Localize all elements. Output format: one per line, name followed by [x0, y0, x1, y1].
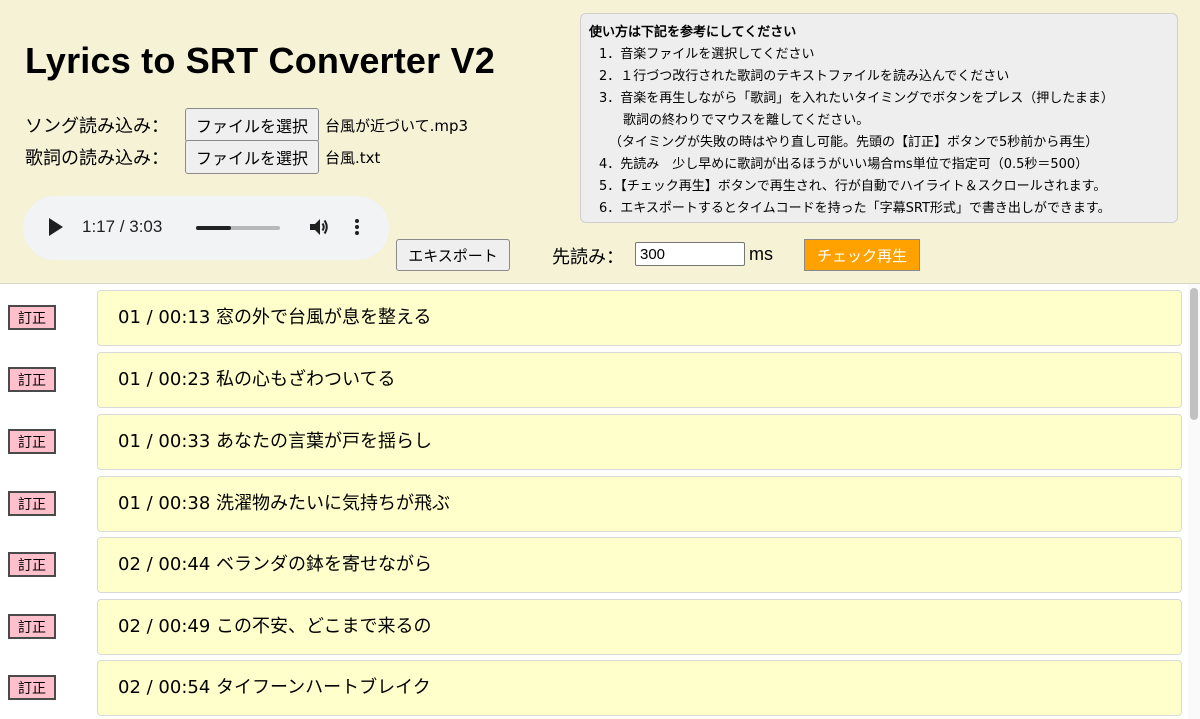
- play-icon[interactable]: [49, 218, 63, 240]
- instruction-step: （タイミングが失敗の時はやり直し可能。先頭の【訂正】ボタンで5秒前から再生）: [609, 135, 1099, 150]
- lyrics-loader-label: 歌詞の読み込み：: [25, 148, 169, 169]
- volume-icon[interactable]: [308, 216, 330, 242]
- instruction-step: 2．１行づつ改行された歌詞のテキストファイルを読み込んでください: [599, 69, 1010, 84]
- progress-fill: [196, 226, 232, 230]
- instruction-step: 3．音楽を再生しながら「歌詞」を入れたいタイミングでボタンをプレス（押したまま）: [599, 91, 1114, 106]
- page-title: Lyrics to SRT Converter V2: [25, 40, 496, 81]
- lyric-timing-button[interactable]: 02 / 00:44 ベランダの鉢を寄せながら: [97, 537, 1182, 593]
- scrollbar[interactable]: [1188, 284, 1200, 719]
- lyric-row: 訂正 01 / 00:38 洗濯物みたいに気持ちが飛ぶ: [0, 476, 1186, 532]
- fix-button[interactable]: 訂正: [8, 429, 56, 454]
- more-options-icon[interactable]: [354, 218, 360, 240]
- lyric-timing-button[interactable]: 01 / 00:13 窓の外で台風が息を整える: [97, 290, 1182, 346]
- instructions-panel: 使い方は下記を参考にしてください 1．音楽ファイルを選択してください 2．１行づ…: [580, 13, 1178, 223]
- check-play-button[interactable]: チェック再生: [804, 239, 920, 271]
- scrollbar-thumb[interactable]: [1190, 288, 1198, 420]
- lyric-timing-button[interactable]: 02 / 00:49 この不安、どこまで来るの: [97, 599, 1182, 655]
- fix-button[interactable]: 訂正: [8, 305, 56, 330]
- fix-button[interactable]: 訂正: [8, 491, 56, 516]
- lyric-row: 訂正 01 / 00:23 私の心もざわついてる: [0, 352, 1186, 408]
- preread-unit: ms: [749, 244, 773, 264]
- progress-slider[interactable]: [196, 226, 280, 230]
- lyric-row: 訂正 02 / 00:44 ベランダの鉢を寄せながら: [0, 537, 1186, 593]
- instructions-title: 使い方は下記を参考にしてください: [589, 25, 797, 40]
- lyric-row: 訂正 02 / 00:54 タイフーンハートブレイク: [0, 660, 1186, 716]
- preread-input[interactable]: [635, 242, 745, 266]
- lyrics-loader: 歌詞の読み込み： ファイルを選択 台風.txt: [25, 140, 380, 174]
- preread-label: 先読み：: [552, 247, 624, 268]
- instruction-step: 歌詞の終わりでマウスを離してください。: [623, 113, 870, 128]
- instruction-step: 1．音楽ファイルを選択してください: [599, 47, 815, 62]
- song-loader: ソング読み込み： ファイルを選択 台風が近づいて.mp3: [25, 108, 468, 142]
- song-file-button[interactable]: ファイルを選択: [185, 108, 320, 142]
- lyrics-file-button[interactable]: ファイルを選択: [185, 140, 320, 174]
- export-button[interactable]: エキスポート: [396, 239, 510, 271]
- lyrics-file-name: 台風.txt: [325, 148, 381, 167]
- lyric-timing-button[interactable]: 01 / 00:23 私の心もざわついてる: [97, 352, 1182, 408]
- header-panel: Lyrics to SRT Converter V2 ソング読み込み： ファイル…: [0, 0, 1200, 284]
- lyric-row: 訂正 01 / 00:13 窓の外で台風が息を整える: [0, 290, 1186, 346]
- song-file-name: 台風が近づいて.mp3: [325, 116, 469, 135]
- playback-time: 1:17 / 3:03: [82, 217, 163, 236]
- lyric-timing-button[interactable]: 01 / 00:38 洗濯物みたいに気持ちが飛ぶ: [97, 476, 1182, 532]
- lyric-row: 訂正 02 / 00:49 この不安、どこまで来るの: [0, 599, 1186, 655]
- fix-button[interactable]: 訂正: [8, 614, 56, 639]
- lyric-timing-button[interactable]: 02 / 00:54 タイフーンハートブレイク: [97, 660, 1182, 716]
- fix-button[interactable]: 訂正: [8, 367, 56, 392]
- lyric-timing-button[interactable]: 01 / 00:33 あなたの言葉が戸を揺らし: [97, 414, 1182, 470]
- fix-button[interactable]: 訂正: [8, 552, 56, 577]
- instruction-step: 4．先読み 少し早めに歌詞が出るほうがいい場合ms単位で指定可（0.5秒＝500…: [599, 157, 1089, 172]
- lyric-row: 訂正 01 / 00:33 あなたの言葉が戸を揺らし: [0, 414, 1186, 470]
- instruction-step: 6．エキスポートするとタイムコードを持った「字幕SRT形式」で書き出しができます…: [599, 201, 1111, 216]
- instruction-step: 5．【チェック再生】ボタンで再生され、行が自動でハイライト＆スクロールされます。: [599, 179, 1107, 194]
- song-loader-label: ソング読み込み：: [25, 116, 169, 137]
- fix-button[interactable]: 訂正: [8, 675, 56, 700]
